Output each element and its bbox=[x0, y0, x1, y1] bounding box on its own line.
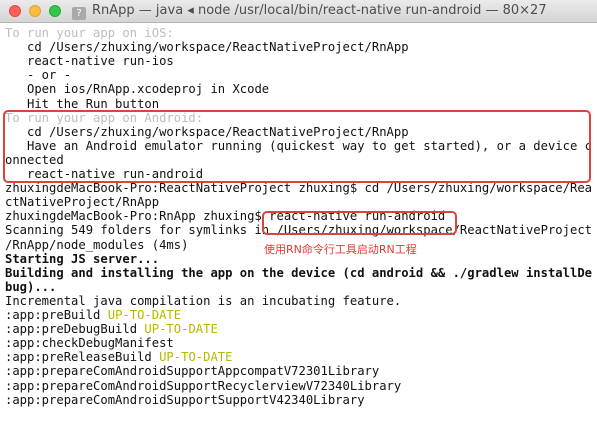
terminal-window: ? RnApp — java ◂ node /usr/local/bin/reac… bbox=[0, 0, 597, 427]
title-bar[interactable]: ? RnApp — java ◂ node /usr/local/bin/reac… bbox=[0, 0, 597, 23]
terminal-line: :app:prepareComAndroidSupportSupportV423… bbox=[5, 393, 365, 407]
terminal-line-text: Open ios/RnApp.xcodeproj in Xcode bbox=[5, 82, 270, 97]
terminal-line: :app:preReleaseBuild UP-TO-DATE bbox=[5, 350, 232, 364]
terminal-line-text: :app:prepareComAndroidSupportSupportV423… bbox=[5, 392, 365, 407]
status-up-to-date: UP-TO-DATE bbox=[107, 308, 182, 322]
terminal-line: To run your app on iOS: bbox=[5, 26, 174, 40]
close-button[interactable] bbox=[9, 5, 21, 17]
terminal-line: - or - bbox=[5, 68, 71, 82]
terminal-line-text: zhuxingdeMacBook-Pro:ReactNativeProject … bbox=[5, 181, 592, 196]
terminal-line: Hit the Run button bbox=[5, 97, 159, 111]
terminal-line: Incremental java compilation is an incub… bbox=[5, 294, 401, 308]
terminal-line-text: :app:preDebugBuild bbox=[5, 322, 145, 337]
terminal-line: :app:prepareComAndroidSupportAppcompatV7… bbox=[5, 364, 379, 378]
run-android-command-highlight bbox=[262, 211, 457, 235]
terminal-line: Building and installing the app on the d… bbox=[5, 266, 592, 280]
terminal-line-text: :app:preBuild bbox=[5, 308, 108, 322]
terminal-line: cd /Users/zhuxing/workspace/ReactNativeP… bbox=[5, 40, 409, 54]
terminal-line: zhuxingdeMacBook-Pro:ReactNativeProject … bbox=[5, 181, 592, 195]
terminal-line-text: Hit the Run button bbox=[5, 96, 160, 111]
terminal-line-text: - or - bbox=[5, 68, 72, 83]
terminal-line-text: bug)... bbox=[5, 279, 57, 294]
terminal-line-text: :app:prepareComAndroidSupportRecyclervie… bbox=[5, 378, 402, 393]
window-title-text: RnApp — java ◂ node /usr/local/bin/react… bbox=[92, 3, 547, 18]
status-up-to-date: UP-TO-DATE bbox=[144, 322, 218, 337]
android-instructions-highlight bbox=[3, 110, 591, 183]
terminal-line-text: ctNativeProject/RnApp bbox=[5, 195, 160, 210]
zoom-button[interactable] bbox=[49, 5, 61, 17]
minimize-button[interactable] bbox=[29, 5, 41, 17]
status-up-to-date: UP-TO-DATE bbox=[159, 350, 233, 365]
window-title: ? RnApp — java ◂ node /usr/local/bin/reac… bbox=[72, 0, 597, 22]
terminal-line-text: To run your app on iOS: bbox=[5, 26, 174, 40]
terminal-line-text: cd /Users/zhuxing/workspace/ReactNativeP… bbox=[5, 40, 409, 55]
terminal-line-text: Incremental java compilation is an incub… bbox=[5, 293, 402, 308]
terminal-line-text: react-native run-ios bbox=[5, 54, 174, 69]
terminal-line-text: :app:prepareComAndroidSupportAppcompatV7… bbox=[5, 364, 380, 379]
terminal-line: bug)... bbox=[5, 280, 56, 294]
terminal-line-text: Starting JS server... bbox=[5, 251, 160, 266]
terminal-line: react-native run-ios bbox=[5, 54, 174, 68]
terminal-line: :app:preBuild UP-TO-DATE bbox=[5, 308, 181, 322]
folder-icon: ? bbox=[72, 7, 86, 20]
terminal-line: :app:preDebugBuild UP-TO-DATE bbox=[5, 322, 218, 336]
terminal-line: Open ios/RnApp.xcodeproj in Xcode bbox=[5, 82, 269, 96]
terminal-line: ctNativeProject/RnApp bbox=[5, 195, 159, 209]
terminal-line: /RnApp/node_modules (4ms) bbox=[5, 238, 188, 252]
terminal-line-text: Building and installing the app on the d… bbox=[5, 265, 592, 280]
terminal-line-text: /RnApp/node_modules (4ms) bbox=[5, 237, 189, 252]
annotation-label: 使用RN命令行工具启动RN工程 bbox=[264, 243, 417, 256]
terminal-line: :app:checkDebugManifest bbox=[5, 336, 174, 350]
terminal-line-text: :app:preReleaseBuild bbox=[5, 350, 160, 365]
terminal-line: :app:prepareComAndroidSupportRecyclervie… bbox=[5, 379, 401, 393]
terminal-line-text: :app:checkDebugManifest bbox=[5, 336, 174, 351]
terminal-line: Starting JS server... bbox=[5, 252, 159, 266]
